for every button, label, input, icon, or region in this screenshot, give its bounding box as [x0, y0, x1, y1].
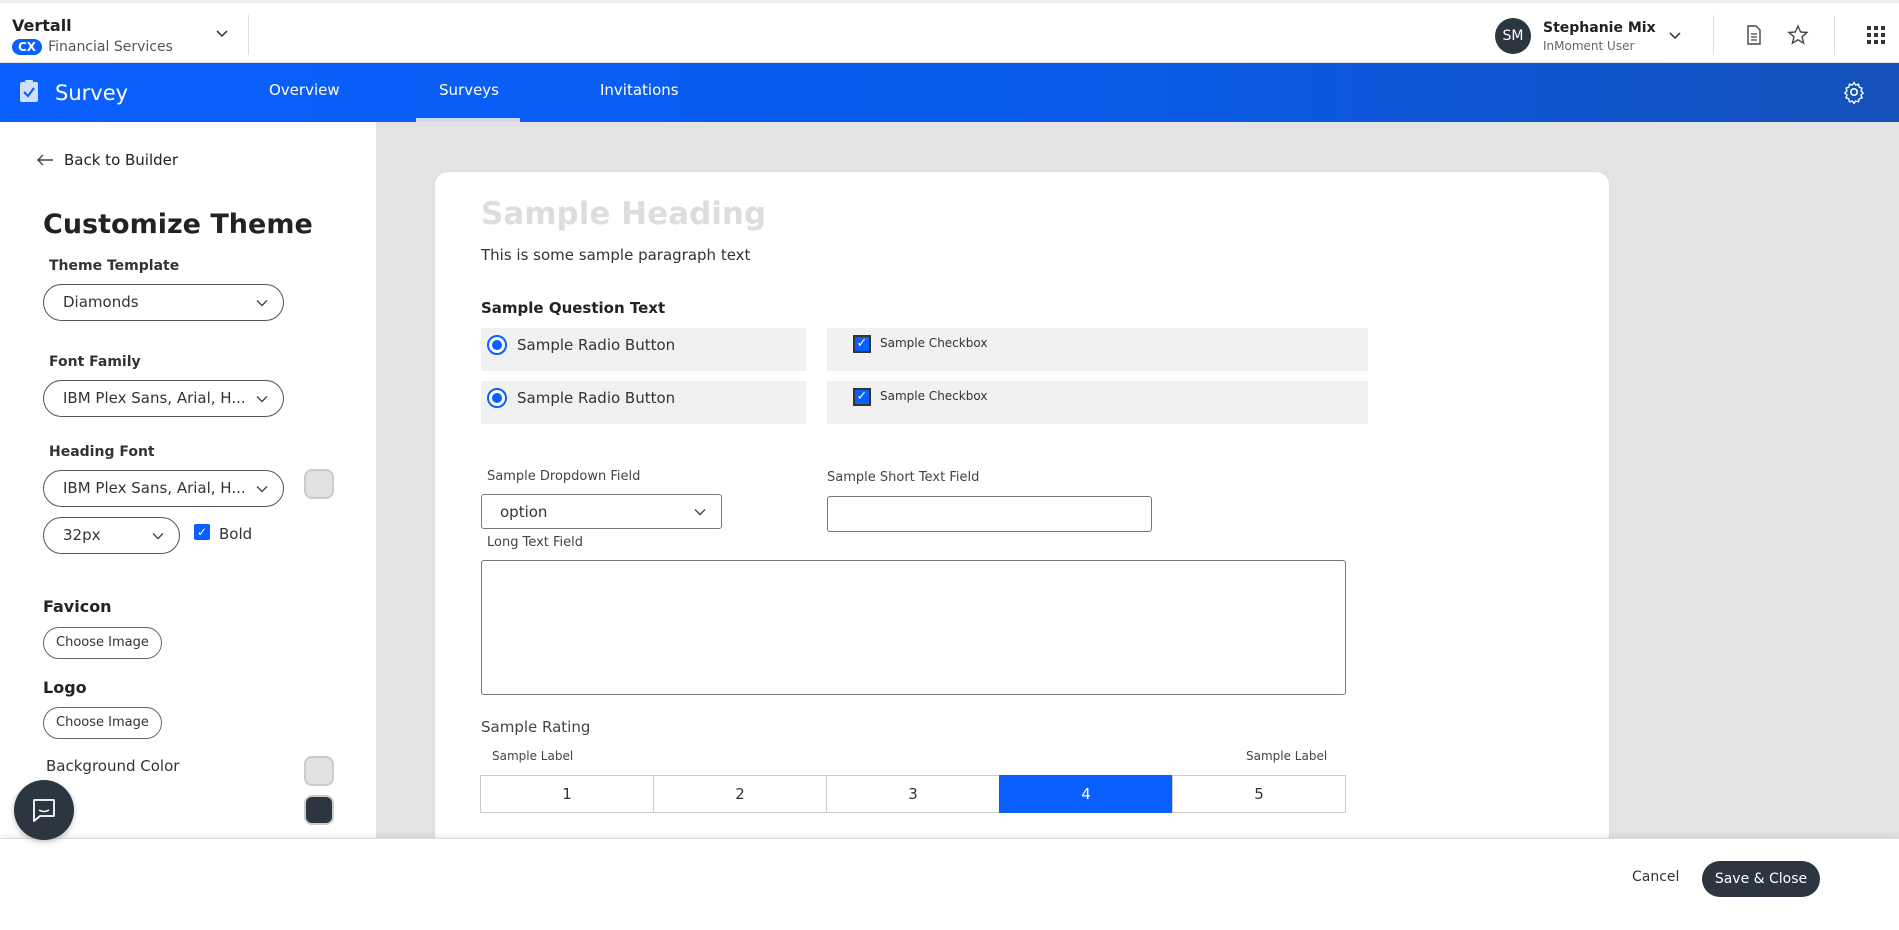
theme-template-value: Diamonds: [63, 293, 139, 311]
chevron-down-icon: [694, 509, 706, 516]
sample-dropdown[interactable]: option: [481, 494, 722, 529]
panel-title: Customize Theme: [43, 209, 313, 240]
rating-option-selected[interactable]: 4: [999, 775, 1173, 813]
rating-left-label: Sample Label: [492, 749, 574, 763]
rating-option[interactable]: 3: [826, 775, 1000, 813]
tab-invitations[interactable]: Invitations: [600, 81, 679, 99]
save-close-button[interactable]: Save & Close: [1702, 861, 1820, 897]
user-role: InMoment User: [1543, 38, 1635, 53]
checkbox-option[interactable]: ✓ Sample Checkbox: [827, 381, 1368, 424]
favicon-label: Favicon: [43, 597, 112, 616]
rating-scale: 1 2 3 4 5: [480, 775, 1346, 813]
sample-paragraph: This is some sample paragraph text: [481, 246, 751, 264]
radio-button[interactable]: [487, 388, 507, 408]
bold-checkbox[interactable]: ✓: [194, 524, 210, 540]
radio-option[interactable]: Sample Radio Button: [481, 381, 806, 424]
radio-label: Sample Radio Button: [517, 336, 676, 354]
customize-panel: Back to Builder Customize Theme Theme Te…: [0, 122, 376, 838]
bold-label: Bold: [219, 525, 253, 543]
back-label: Back to Builder: [64, 151, 179, 169]
gear-icon[interactable]: [1842, 80, 1866, 104]
back-to-builder-link[interactable]: Back to Builder: [36, 151, 178, 169]
cx-badge: CX: [12, 39, 43, 55]
user-name: Stephanie Mix: [1543, 19, 1656, 36]
footer-bar: Cancel Save & Close: [0, 838, 1899, 930]
checkbox[interactable]: ✓: [853, 335, 871, 353]
logo-label: Logo: [43, 678, 87, 697]
sample-heading: Sample Heading: [481, 196, 767, 232]
background-color-label: Background Color: [46, 757, 180, 775]
main-nav: Survey Overview Surveys Invitations: [0, 63, 1899, 122]
radio-option[interactable]: Sample Radio Button: [481, 328, 806, 371]
text-color-swatch[interactable]: [304, 795, 334, 825]
checkbox-option[interactable]: ✓ Sample Checkbox: [827, 328, 1368, 371]
divider: [1834, 15, 1835, 55]
chevron-down-icon: [256, 396, 268, 403]
heading-font-select[interactable]: IBM Plex Sans, Arial, H...: [43, 470, 284, 507]
logo-choose-image-button[interactable]: Choose Image: [43, 707, 162, 739]
chevron-down-icon: [152, 533, 164, 540]
heading-color-swatch[interactable]: [304, 469, 334, 499]
short-text-field-label: Sample Short Text Field: [827, 470, 980, 485]
org-division: Financial Services: [48, 39, 173, 55]
checkbox[interactable]: ✓: [853, 388, 871, 406]
font-family-label: Font Family: [49, 354, 141, 370]
rating-option[interactable]: 2: [653, 775, 827, 813]
apps-grid-icon[interactable]: [1864, 23, 1888, 47]
rating-title: Sample Rating: [481, 718, 591, 736]
clipboard-check-icon: [20, 80, 38, 102]
avatar: SM: [1495, 18, 1531, 54]
heading-font-value: IBM Plex Sans, Arial, H...: [63, 479, 246, 497]
user-menu[interactable]: SM Stephanie Mix InMoment User: [1495, 18, 1656, 54]
star-icon[interactable]: [1786, 23, 1810, 47]
divider: [1713, 15, 1714, 55]
cancel-button[interactable]: Cancel: [1632, 869, 1679, 885]
font-family-value: IBM Plex Sans, Arial, H...: [63, 389, 246, 407]
favicon-choose-image-button[interactable]: Choose Image: [43, 627, 162, 659]
chevron-down-icon: [256, 300, 268, 307]
rating-right-label: Sample Label: [1246, 749, 1328, 763]
heading-size-value: 32px: [63, 526, 101, 544]
chat-icon: [33, 799, 55, 822]
rating-option[interactable]: 1: [480, 775, 654, 813]
org-name: Vertall: [12, 16, 72, 35]
heading-size-select[interactable]: 32px: [43, 517, 180, 554]
chevron-down-icon[interactable]: [1663, 23, 1687, 47]
tab-overview[interactable]: Overview: [269, 81, 340, 99]
checkbox-label: Sample Checkbox: [880, 336, 988, 350]
org-switcher[interactable]: Vertall CX Financial Services: [12, 16, 173, 55]
long-text-area[interactable]: [481, 560, 1346, 695]
sample-question: Sample Question Text: [481, 299, 666, 317]
chevron-down-icon[interactable]: [212, 23, 232, 43]
document-icon[interactable]: [1742, 23, 1766, 47]
font-family-select[interactable]: IBM Plex Sans, Arial, H...: [43, 380, 284, 417]
tab-surveys[interactable]: Surveys: [439, 81, 499, 99]
background-color-swatch[interactable]: [304, 756, 334, 786]
radio-label: Sample Radio Button: [517, 389, 676, 407]
app-title: Survey: [55, 81, 129, 105]
chevron-down-icon: [256, 486, 268, 493]
divider: [248, 15, 249, 55]
chat-launcher[interactable]: [14, 780, 74, 840]
top-header: Vertall CX Financial Services SM Stephan…: [0, 0, 1899, 63]
dropdown-value: option: [500, 503, 548, 521]
short-text-input[interactable]: [827, 496, 1152, 532]
checkbox-label: Sample Checkbox: [880, 389, 988, 403]
theme-template-select[interactable]: Diamonds: [43, 284, 284, 321]
theme-template-label: Theme Template: [49, 258, 180, 274]
heading-font-label: Heading Font: [49, 444, 155, 460]
long-text-field-label: Long Text Field: [487, 535, 584, 550]
rating-option[interactable]: 5: [1172, 775, 1346, 813]
dropdown-field-label: Sample Dropdown Field: [487, 469, 641, 484]
arrow-left-icon: [37, 154, 53, 166]
radio-button[interactable]: [487, 335, 507, 355]
